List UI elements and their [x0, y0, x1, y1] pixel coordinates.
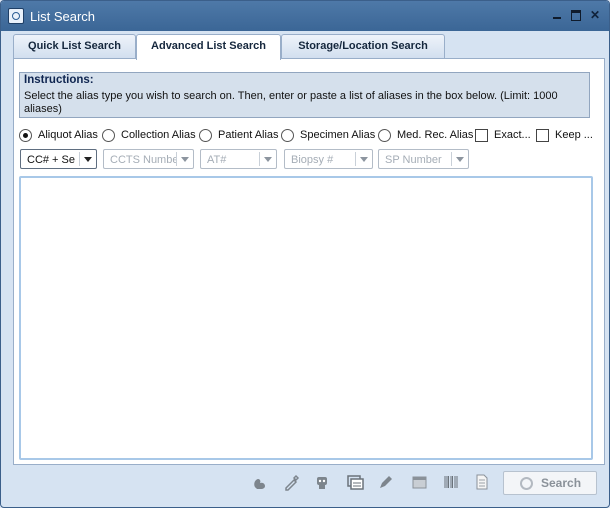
radio-label: Collection Alias	[121, 129, 196, 141]
checkbox[interactable]	[536, 128, 549, 142]
checkbox-label: Keep ...	[555, 129, 593, 141]
radio-collection-alias[interactable]: Collection Alias	[102, 127, 196, 143]
pen-icon[interactable]	[377, 473, 395, 493]
chevron-down-icon[interactable]	[176, 152, 193, 166]
list-search-window: List Search ✕ Quick List Search Advanced…	[0, 0, 610, 508]
alias-type-options: Aliquot Alias Collection Alias Patient A…	[19, 127, 599, 143]
radio-label: Aliquot Alias	[38, 129, 98, 141]
search-button[interactable]: Search	[503, 471, 597, 495]
combo-at-number[interactable]: AT#	[200, 149, 277, 169]
checkbox[interactable]	[475, 128, 488, 142]
tab-advanced-list-search[interactable]: Advanced List Search	[136, 34, 281, 60]
tab-storage-location-search[interactable]: Storage/Location Search	[281, 34, 445, 58]
combo-value: CC# + Se	[27, 154, 75, 166]
combo-cc-number[interactable]: CC# + Se	[20, 149, 97, 169]
radio-button[interactable]	[102, 128, 115, 142]
squirrel-icon[interactable]	[251, 473, 269, 493]
title-bar: List Search ✕	[1, 1, 609, 31]
instructions-heading: Instructions:	[24, 74, 94, 86]
search-button-label: Search	[541, 476, 582, 490]
combo-biopsy-number[interactable]: Biopsy #	[284, 149, 373, 169]
radio-button[interactable]	[281, 128, 294, 142]
radio-button[interactable]	[378, 128, 391, 142]
checkbox-keep[interactable]: Keep ...	[536, 127, 596, 143]
radio-button[interactable]	[199, 128, 212, 142]
minimize-icon[interactable]	[550, 8, 564, 22]
window-list-icon[interactable]	[346, 473, 364, 493]
checkbox-label: Exact...	[494, 129, 531, 141]
combo-sp-number[interactable]: SP Number	[378, 149, 469, 169]
instructions-text: Select the alias type you wish to search…	[24, 90, 558, 115]
barcode-icon[interactable]	[442, 473, 460, 493]
advanced-search-panel: Instructions: Select the alias type you …	[13, 58, 605, 465]
instructions-box: Instructions: Select the alias type you …	[19, 72, 590, 118]
app-search-icon	[8, 8, 24, 24]
radio-label: Patient Alias	[218, 129, 279, 141]
radio-aliquot-alias[interactable]: Aliquot Alias	[19, 127, 98, 143]
radio-patient-alias[interactable]: Patient Alias	[199, 127, 279, 143]
close-icon[interactable]: ✕	[588, 8, 602, 22]
calendar-icon[interactable]	[410, 473, 428, 493]
window-title: List Search	[30, 9, 96, 24]
radio-label: Med. Rec. Alias	[397, 129, 474, 141]
combo-ccts-number[interactable]: CCTS Numbe	[103, 149, 194, 169]
chevron-down-icon[interactable]	[79, 152, 96, 166]
robot-icon[interactable]	[313, 473, 331, 493]
chevron-down-icon[interactable]	[451, 152, 468, 166]
combo-value: AT#	[207, 154, 227, 166]
radio-specimen-alias[interactable]: Specimen Alias	[281, 127, 375, 143]
chevron-down-icon[interactable]	[355, 152, 372, 166]
combo-value: Biopsy #	[291, 154, 334, 166]
document-icon[interactable]	[473, 473, 491, 493]
tab-quick-list-search[interactable]: Quick List Search	[13, 34, 136, 58]
aliases-textarea[interactable]	[19, 176, 593, 460]
radio-med-rec-alias[interactable]: Med. Rec. Alias	[378, 127, 473, 143]
radio-button[interactable]	[19, 128, 32, 142]
combo-value: SP Number	[385, 154, 442, 166]
combo-value: CCTS Numbe	[110, 154, 176, 166]
checkbox-exact[interactable]: Exact...	[475, 127, 531, 143]
radio-label: Specimen Alias	[300, 129, 376, 141]
magnifier-icon	[520, 477, 533, 490]
pipette-icon[interactable]	[282, 473, 300, 493]
chevron-down-icon[interactable]	[259, 152, 276, 166]
maximize-icon[interactable]	[569, 8, 583, 22]
